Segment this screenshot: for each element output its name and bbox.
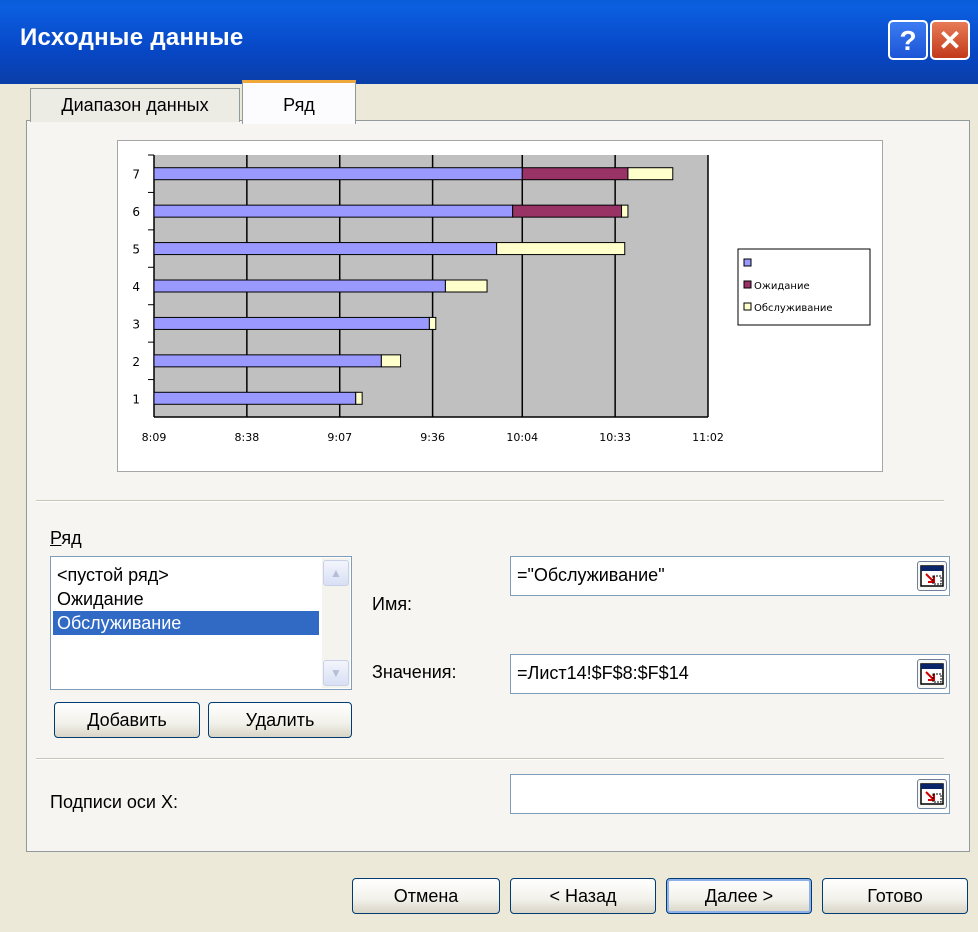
bar-segment bbox=[428, 316, 437, 330]
bar-segment bbox=[380, 354, 402, 368]
bar-segment bbox=[153, 316, 430, 330]
x-tick-label: 8:38 bbox=[235, 431, 260, 444]
list-item[interactable]: Ожидание bbox=[53, 587, 319, 611]
x-tick-label: 11:02 bbox=[692, 431, 724, 444]
legend-label: Обслуживание bbox=[754, 303, 833, 314]
close-icon[interactable]: ✕ bbox=[930, 20, 970, 60]
y-tick-label: 5 bbox=[132, 243, 140, 257]
name-field-value: ="Обслуживание" bbox=[517, 565, 665, 585]
window-title: Исходные данные bbox=[20, 24, 244, 51]
legend-swatch bbox=[743, 302, 752, 311]
delete-series-label: Удалить bbox=[245, 710, 315, 730]
bar-segment bbox=[355, 391, 363, 405]
add-series-button[interactable]: Добавить bbox=[54, 702, 200, 738]
scroll-down-icon[interactable]: ▼ bbox=[323, 660, 349, 686]
values-field-value: =Лист14!$F$8:$F$14 bbox=[517, 663, 689, 683]
separator-bottom bbox=[36, 758, 944, 760]
chart-preview: 1 2 3 4 5 6 7 8:09 8:38 9:07 9:36 10:04 10:33 11:02 Ож… bbox=[117, 140, 883, 472]
x-tick-label: 10:33 bbox=[599, 431, 631, 444]
bar-segment bbox=[621, 204, 629, 218]
separator-top bbox=[36, 500, 944, 502]
range-picker-icon[interactable] bbox=[917, 659, 947, 689]
bar-segment bbox=[512, 204, 623, 218]
x-tick-label: 10:04 bbox=[506, 431, 538, 444]
bar-segment bbox=[153, 279, 446, 293]
bar-segment bbox=[521, 167, 629, 181]
name-label: Имя: bbox=[372, 594, 413, 614]
delete-series-button[interactable]: Удалить bbox=[208, 702, 352, 738]
source-data-dialog: Исходные данные ? ✕ Диапазон данных Ряд … bbox=[0, 0, 978, 932]
title-bar: Исходные данные ? ✕ bbox=[0, 0, 978, 84]
y-tick-label: 6 bbox=[132, 205, 140, 219]
finish-button[interactable]: Готово bbox=[822, 878, 968, 914]
series-label-text: яд bbox=[61, 528, 82, 548]
legend-label: Ожидание bbox=[754, 281, 810, 292]
values-label: Значения: bbox=[372, 662, 457, 682]
chart-svg: 1 2 3 4 5 6 7 8:09 8:38 9:07 9:36 10:04 10:33 11:02 Ож… bbox=[132, 154, 871, 444]
name-field[interactable]: ="Обслуживание" bbox=[510, 556, 950, 596]
legend-swatch bbox=[743, 280, 752, 289]
x-axis-labels-field[interactable] bbox=[510, 774, 950, 814]
bar-segment bbox=[444, 279, 488, 293]
list-item[interactable]: <пустой ряд> bbox=[53, 563, 319, 587]
range-picker-icon[interactable] bbox=[917, 561, 947, 591]
y-tick-label: 2 bbox=[132, 355, 140, 369]
back-button[interactable]: < Назад bbox=[510, 878, 656, 914]
y-tick-label: 1 bbox=[132, 392, 140, 406]
y-tick-label: 4 bbox=[132, 280, 140, 294]
bar-segment bbox=[153, 391, 357, 405]
bar-segment bbox=[153, 204, 514, 218]
y-tick-label: 3 bbox=[132, 317, 140, 331]
legend-swatch bbox=[743, 258, 752, 267]
listbox-scrollbar[interactable]: ▲ ▼ bbox=[322, 558, 350, 688]
bar-segment bbox=[153, 167, 523, 181]
scroll-up-icon[interactable]: ▲ bbox=[323, 560, 349, 586]
bar-segment bbox=[153, 242, 498, 256]
add-series-label: Добавить bbox=[87, 710, 167, 730]
values-field[interactable]: =Лист14!$F$8:$F$14 bbox=[510, 654, 950, 694]
range-picker-icon[interactable] bbox=[917, 779, 947, 809]
y-tick-label: 7 bbox=[132, 168, 140, 182]
x-tick-label: 9:07 bbox=[327, 431, 352, 444]
bar-segment bbox=[627, 167, 674, 181]
x-tick-label: 9:36 bbox=[420, 431, 445, 444]
x-axis-labels-label: Подписи оси X: bbox=[50, 792, 178, 812]
x-tick-label: 8:09 bbox=[142, 431, 167, 444]
bar-segment bbox=[153, 354, 382, 368]
series-list-label: Ряд bbox=[50, 528, 82, 548]
help-icon[interactable]: ? bbox=[888, 20, 928, 60]
series-listbox[interactable]: <пустой ряд> Ожидание Обслуживание ▲ ▼ bbox=[50, 556, 352, 690]
bar-segment bbox=[496, 242, 626, 256]
list-item-selected[interactable]: Обслуживание bbox=[53, 611, 319, 635]
cancel-button[interactable]: Отмена bbox=[352, 878, 500, 914]
tab-series[interactable]: Ряд bbox=[242, 80, 356, 124]
tab-data-range[interactable]: Диапазон данных bbox=[30, 88, 240, 122]
next-button[interactable]: Далее > bbox=[666, 878, 812, 914]
